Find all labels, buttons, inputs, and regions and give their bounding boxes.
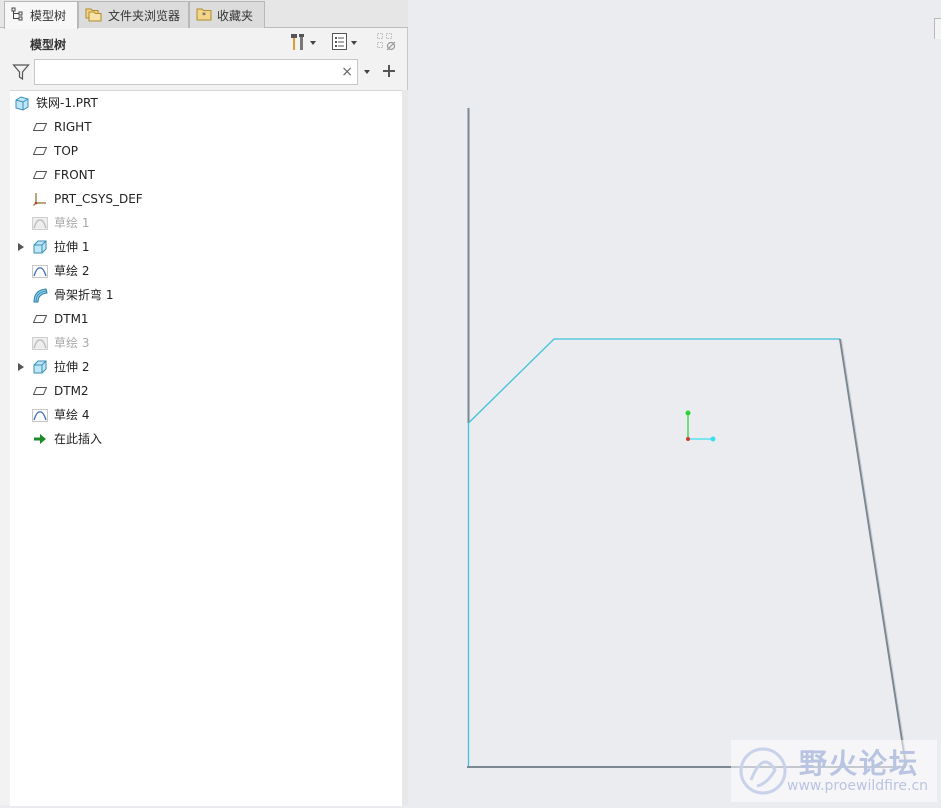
datum-plane-icon <box>32 143 48 159</box>
add-filter-icon[interactable] <box>382 63 396 82</box>
settings-tools-button[interactable] <box>288 33 316 53</box>
watermark-url: www.proewildfire.cn <box>787 778 929 794</box>
model-tree-panel: 模型树 文件夹浏览器 * 收藏夹 模型树 × 铁网-1.PRT RIGHT TO… <box>0 0 408 806</box>
tab-label: 收藏夹 <box>217 8 254 23</box>
graphics-viewport[interactable] <box>409 0 941 805</box>
tree-item[interactable]: 拉伸 2 <box>10 355 402 379</box>
search-box: × <box>34 59 358 85</box>
model-tree: 铁网-1.PRT RIGHT TOP FRONT PRT_CSYS_DEF 草绘 1 拉伸 … <box>10 90 402 806</box>
expand-arrow-icon[interactable] <box>18 363 24 371</box>
tree-item[interactable]: PRT_CSYS_DEF <box>10 187 402 211</box>
tree-item[interactable]: TOP <box>10 139 402 163</box>
tree-item-label: 拉伸 1 <box>54 240 90 254</box>
tree-item-label: 草绘 4 <box>54 408 90 422</box>
tree-item-label: 草绘 1 <box>54 216 90 230</box>
tree-filter-disabled-button[interactable] <box>376 32 398 55</box>
sketch-icon <box>32 407 48 423</box>
tree-structure-disabled-icon <box>376 32 398 55</box>
tree-item[interactable]: 拉伸 1 <box>10 235 402 259</box>
tools-icon <box>288 32 308 55</box>
model-tree-icon <box>11 7 25 24</box>
tree-item[interactable]: DTM2 <box>10 379 402 403</box>
tree-item-label: 铁网-1.PRT <box>36 96 98 110</box>
viewport-corner-handle[interactable] <box>934 18 941 39</box>
tab-folder-browser[interactable]: 文件夹浏览器 <box>78 1 189 28</box>
search-input[interactable] <box>35 60 339 84</box>
tree-item-label: DTM2 <box>54 384 89 398</box>
tab-favorites[interactable]: * 收藏夹 <box>189 1 265 28</box>
sketch-icon <box>32 263 48 279</box>
model-geometry <box>467 108 908 768</box>
datum-plane-icon <box>32 119 48 135</box>
datum-plane-icon <box>32 311 48 327</box>
tree-item[interactable]: DTM1 <box>10 307 402 331</box>
tree-item[interactable]: 骨架折弯 1 <box>10 283 402 307</box>
list-options-icon <box>331 32 349 55</box>
extrude-icon <box>32 239 48 255</box>
tree-item-label: 草绘 3 <box>54 336 90 350</box>
tree-item[interactable]: RIGHT <box>10 115 402 139</box>
datum-plane-icon <box>32 167 48 183</box>
tab-model-tree[interactable]: 模型树 <box>4 1 78 29</box>
tree-item-label: 拉伸 2 <box>54 360 90 374</box>
tab-label: 模型树 <box>30 9 67 23</box>
model-tree-header: 模型树 <box>0 29 408 57</box>
tree-item-label: PRT_CSYS_DEF <box>54 192 143 206</box>
chevron-down-icon <box>351 41 357 45</box>
search-options-dropdown[interactable] <box>364 70 370 74</box>
tree-item-label: 骨架折弯 1 <box>54 288 114 302</box>
tree-item-label: 在此插入 <box>54 432 103 446</box>
right-slanted-edge-highlight <box>841 338 908 767</box>
part-icon <box>14 95 30 111</box>
tree-item[interactable]: FRONT <box>10 163 402 187</box>
tree-item-label: 草绘 2 <box>54 264 90 278</box>
show-options-button[interactable] <box>331 32 357 55</box>
insert-here-arrow-icon <box>32 431 48 447</box>
coordinate-system-icon <box>32 191 48 207</box>
forum-watermark: 野火论坛 www.proewildfire.cn <box>731 740 937 802</box>
tab-label: 文件夹浏览器 <box>108 8 181 23</box>
svg-text:*: * <box>202 11 206 20</box>
folder-browser-icon <box>85 6 103 25</box>
expand-arrow-icon[interactable] <box>18 243 24 251</box>
tree-item[interactable]: 草绘 4 <box>10 403 402 427</box>
tree-scrollbar[interactable] <box>402 90 408 805</box>
coordinate-system-icon <box>685 410 716 442</box>
model-tree-title: 模型树 <box>30 38 67 52</box>
navigator-tab-bar: 模型树 文件夹浏览器 * 收藏夹 <box>0 0 408 29</box>
right-slanted-edge <box>839 338 907 767</box>
clear-search-icon[interactable]: × <box>341 64 353 80</box>
filter-row: × <box>0 57 408 87</box>
tree-item-label: DTM1 <box>54 312 89 326</box>
filter-funnel-icon[interactable] <box>12 63 30 84</box>
tree-item[interactable]: 草绘 3 <box>10 331 402 355</box>
watermark-title: 野火论坛 <box>799 747 920 780</box>
tree-item-label: RIGHT <box>54 120 92 134</box>
extrude-icon <box>32 359 48 375</box>
spinal-bend-icon <box>32 287 48 303</box>
chevron-down-icon <box>310 41 316 45</box>
tree-item-label: TOP <box>54 144 79 158</box>
sketch-top-edge <box>468 338 840 424</box>
favorites-folder-icon: * <box>196 7 212 24</box>
tree-item-label: FRONT <box>54 168 95 182</box>
tree-item[interactable]: 铁网-1.PRT <box>10 91 402 115</box>
sketch-icon <box>32 215 48 231</box>
tree-item[interactable]: 草绘 2 <box>10 259 402 283</box>
sketch-icon <box>32 335 48 351</box>
tree-item[interactable]: 草绘 1 <box>10 211 402 235</box>
datum-plane-icon <box>32 383 48 399</box>
tree-item[interactable]: 在此插入 <box>10 427 402 451</box>
